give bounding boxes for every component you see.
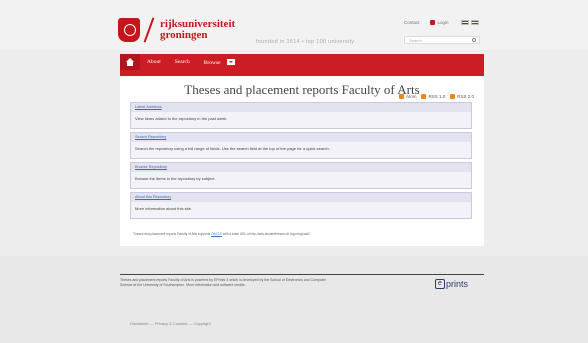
box-description: Browse the items in the repository by su… — [135, 176, 216, 181]
oai-link[interactable]: OAI 2.0 — [211, 232, 222, 236]
box-latest-additions: Latest Additions View items added to the… — [130, 102, 472, 129]
lock-icon — [429, 20, 435, 25]
box-title-link[interactable]: Latest Additions — [131, 103, 471, 112]
tagline: founded in 1614 • top 100 university — [256, 39, 355, 45]
top-links: Contact Login — [404, 20, 479, 25]
contact-link[interactable]: Contact — [404, 20, 420, 25]
main-content: Theses and placement reports Faculty of … — [120, 70, 484, 246]
box-description: Search the repository using a full range… — [135, 146, 330, 151]
box-title-link[interactable]: About this Repository — [131, 193, 471, 202]
rss-icon — [421, 94, 427, 99]
university-logo[interactable]: rijksuniversiteit groningen — [118, 10, 235, 50]
box-search-repository: Search Repository Search the repository … — [130, 132, 472, 159]
main-nav: About Search Browse — [120, 54, 484, 70]
chevron-down-icon[interactable] — [226, 59, 235, 65]
box-title-link[interactable]: Search Repository — [131, 133, 471, 142]
search-input[interactable]: Search — [404, 36, 480, 44]
box-about-repository: About this Repository More information a… — [130, 192, 472, 219]
box-description: View items added to the repository in th… — [135, 116, 228, 121]
nav-item-about[interactable]: About — [140, 59, 168, 65]
logo-slash — [143, 17, 155, 43]
dutch-flag-icon[interactable] — [460, 20, 469, 25]
box-description: More information about this site. — [135, 206, 192, 211]
nav-item-search[interactable]: Search — [168, 59, 197, 65]
university-name: rijksuniversiteit groningen — [160, 18, 236, 41]
footer: Theses and placement reports Faculty of … — [120, 274, 484, 296]
footer-background — [0, 256, 588, 343]
rss-icon — [450, 94, 456, 99]
feed-atom[interactable]: Atom — [398, 94, 416, 99]
box-browse-repository: Browse Repository Browse the items in th… — [130, 162, 472, 189]
feed-rss2[interactable]: RSS 2.0 — [450, 94, 474, 99]
eprints-logo[interactable]: e prints — [434, 279, 468, 289]
search-icon[interactable] — [472, 38, 476, 42]
eprints-e-icon: e — [434, 279, 445, 289]
feed-rss1[interactable]: RSS 1.0 — [421, 94, 445, 99]
feed-links: Atom RSS 1.0 RSS 2.0 — [394, 94, 474, 99]
login-link[interactable]: Login — [438, 20, 449, 25]
nav-item-browse[interactable]: Browse — [197, 58, 242, 66]
home-icon[interactable] — [120, 54, 140, 70]
page: rijksuniversiteit groningen founded in 1… — [0, 0, 588, 343]
crest-icon — [118, 18, 140, 42]
oai-note: Theses and placement reports Faculty of … — [133, 232, 310, 236]
box-title-link[interactable]: Browse Repository — [131, 163, 471, 172]
footer-text: Theses and placement reports Faculty of … — [120, 278, 327, 287]
rss-icon — [398, 94, 404, 99]
english-flag-icon[interactable] — [470, 20, 479, 25]
disclaimer-links[interactable]: Disclaimer — Privacy & Cookies — Copyrig… — [130, 321, 211, 326]
